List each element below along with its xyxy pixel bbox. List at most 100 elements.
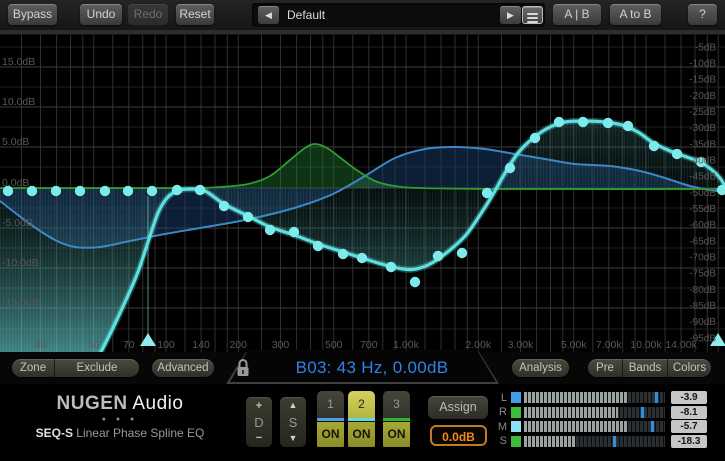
- preset-menu-button[interactable]: [522, 6, 543, 24]
- spline-node[interactable]: [338, 249, 348, 259]
- svg-text:-25dB: -25dB: [689, 107, 716, 118]
- svg-text:70: 70: [123, 339, 135, 351]
- pre-button[interactable]: Pre: [588, 359, 623, 377]
- spline-node[interactable]: [265, 225, 275, 235]
- preset-next-button[interactable]: ▶: [500, 6, 521, 24]
- preset-prev-button[interactable]: ◀: [258, 6, 279, 24]
- svg-text:-35dB: -35dB: [689, 139, 716, 150]
- bands-button[interactable]: Bands: [623, 359, 668, 377]
- band-1-on-button[interactable]: ON: [317, 421, 344, 447]
- band-1-button[interactable]: 1 ON: [317, 391, 344, 450]
- band-readout: B03: 43 Hz, 0.00dB: [248, 352, 496, 384]
- spline-node[interactable]: [357, 253, 367, 263]
- spline-node[interactable]: [219, 201, 229, 211]
- control-strip: Zone Exclude Advanced B03: 43 Hz, 0.00dB…: [0, 352, 725, 384]
- spline-node[interactable]: [386, 262, 396, 272]
- band-2-button[interactable]: 2 ON: [348, 391, 375, 450]
- peak-marker: [641, 407, 644, 418]
- band-3-button[interactable]: 3 ON: [383, 391, 410, 450]
- svg-text:2.00k: 2.00k: [465, 339, 491, 351]
- help-button[interactable]: ?: [688, 4, 717, 25]
- spline-node[interactable]: [603, 118, 613, 128]
- zone-button[interactable]: Zone: [12, 359, 55, 377]
- spline-node[interactable]: [147, 186, 157, 196]
- solo-stepper[interactable]: ▲ S ▼: [280, 397, 306, 447]
- svg-text:-10.0dB: -10.0dB: [2, 257, 39, 269]
- svg-text:1.00k: 1.00k: [393, 339, 419, 351]
- band-2-number: 2: [348, 391, 375, 418]
- analysis-button[interactable]: Analysis: [512, 359, 569, 377]
- spline-node[interactable]: [123, 186, 133, 196]
- spline-node[interactable]: [554, 117, 564, 127]
- view-button-group: Pre Bands Colors: [588, 359, 711, 377]
- band-3-number: 3: [383, 391, 410, 418]
- svg-text:5.00k: 5.00k: [561, 339, 587, 351]
- spline-node[interactable]: [672, 149, 682, 159]
- colors-button[interactable]: Colors: [668, 359, 711, 377]
- exclude-button[interactable]: Exclude: [55, 359, 139, 377]
- reset-button[interactable]: Reset: [176, 4, 214, 25]
- spline-node[interactable]: [195, 185, 205, 195]
- svg-text:-10dB: -10dB: [689, 58, 716, 69]
- brand-name-light: Audio: [132, 393, 183, 414]
- spline-node[interactable]: [649, 141, 659, 151]
- meter-label: M: [494, 421, 507, 433]
- meter-row-l: L -3.9: [494, 392, 707, 403]
- spline-node[interactable]: [75, 186, 85, 196]
- channel-color-swatch: [511, 421, 521, 432]
- svg-text:300: 300: [272, 339, 290, 351]
- spline-node[interactable]: [243, 212, 253, 222]
- spline-node[interactable]: [433, 251, 443, 261]
- preset-bar: ◀ Default ▶: [252, 3, 545, 27]
- spline-node[interactable]: [289, 227, 299, 237]
- svg-text:100: 100: [157, 339, 175, 351]
- bypass-button[interactable]: Bypass: [8, 4, 57, 25]
- advanced-button[interactable]: Advanced: [152, 359, 214, 377]
- spline-node[interactable]: [457, 248, 467, 258]
- undo-button[interactable]: Undo: [80, 4, 122, 25]
- spline-node[interactable]: [313, 241, 323, 251]
- meter-value: -5.7: [671, 420, 707, 433]
- svg-text:15.0dB: 15.0dB: [2, 56, 35, 68]
- ab-compare-button[interactable]: A | B: [553, 4, 601, 25]
- eq-graph[interactable]: 15.0dB10.0dB5.0dB0.0dB-5.0dB-10.0dB-15.0…: [0, 30, 725, 352]
- meter-bar: [524, 392, 665, 403]
- meter-bar: [524, 436, 665, 447]
- preset-name[interactable]: Default: [287, 8, 325, 22]
- zone-exclude-group: Zone Exclude: [12, 359, 139, 377]
- meter-row-m: M -5.7: [494, 421, 707, 432]
- spline-node[interactable]: [172, 185, 182, 195]
- spline-node[interactable]: [482, 188, 492, 198]
- dither-button[interactable]: + D −: [246, 397, 272, 447]
- spline-node[interactable]: [578, 117, 588, 127]
- spline-node[interactable]: [100, 186, 110, 196]
- svg-text:3.00k: 3.00k: [508, 339, 534, 351]
- svg-text:7.00k: 7.00k: [596, 339, 622, 351]
- meter-row-r: R -8.1: [494, 407, 707, 418]
- redo-button[interactable]: Redo: [128, 4, 168, 25]
- svg-text:-45dB: -45dB: [689, 172, 716, 183]
- svg-text:-65dB: -65dB: [689, 236, 716, 247]
- gain-readout[interactable]: 0.0dB: [430, 425, 487, 446]
- svg-text:5.0dB: 5.0dB: [2, 136, 29, 148]
- a-to-b-button[interactable]: A to B: [610, 4, 661, 25]
- spline-node[interactable]: [410, 277, 420, 287]
- meter-value: -3.9: [671, 391, 707, 404]
- minus-icon: −: [256, 433, 262, 443]
- channel-color-swatch: [511, 407, 521, 418]
- spline-node[interactable]: [623, 121, 633, 131]
- band-2-on-button[interactable]: ON: [348, 421, 375, 447]
- spline-node[interactable]: [505, 163, 515, 173]
- graph-top-strip: [0, 30, 725, 35]
- spline-node[interactable]: [51, 186, 61, 196]
- top-toolbar: Bypass Undo Redo Reset ◀ Default ▶ A | B…: [0, 0, 725, 31]
- peak-marker: [655, 392, 658, 403]
- svg-text:14.00k: 14.00k: [665, 339, 697, 351]
- spline-node[interactable]: [530, 133, 540, 143]
- meter-value: -18.3: [671, 435, 707, 448]
- band-3-on-button[interactable]: ON: [383, 421, 410, 447]
- svg-text:-55dB: -55dB: [689, 204, 716, 215]
- assign-button[interactable]: Assign: [428, 396, 488, 419]
- svg-text:-40dB: -40dB: [689, 155, 716, 166]
- peak-marker: [651, 421, 654, 432]
